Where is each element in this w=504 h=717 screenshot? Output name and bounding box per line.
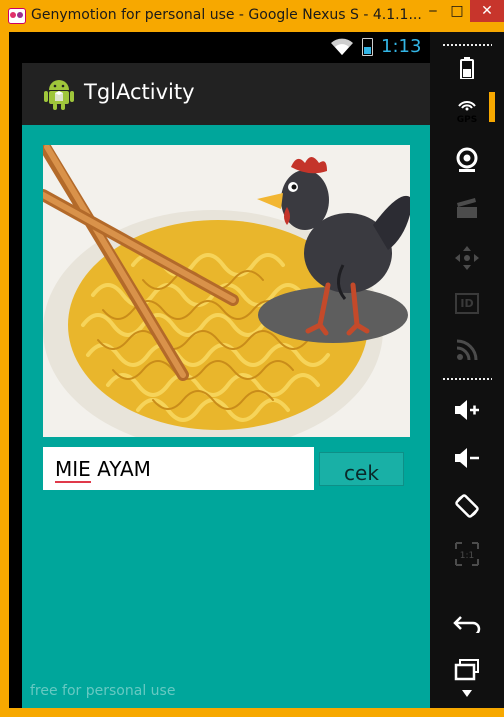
app-title: TglActivity <box>84 80 195 104</box>
scale-label: 1:1 <box>460 551 474 561</box>
toolbar-divider <box>442 378 492 380</box>
emulator-toolbar: GPS ID 1:1 <box>430 32 504 708</box>
chicken-noodle-image <box>43 145 410 437</box>
action-bar: TglActivity <box>22 63 430 125</box>
food-name-input[interactable]: MIE AYAM <box>43 447 314 490</box>
status-bar: 1:13 <box>9 32 430 62</box>
minimize-button[interactable]: ‒ <box>420 0 446 22</box>
toolbar-divider <box>442 44 492 46</box>
recent-apps-icon[interactable] <box>453 656 481 684</box>
id-label: ID <box>455 292 479 314</box>
window-title: Genymotion for personal use - Google Nex… <box>31 7 422 23</box>
status-clock: 1:13 <box>381 36 422 57</box>
rotate-icon[interactable] <box>453 492 481 520</box>
clapper-icon[interactable] <box>453 194 481 222</box>
android-screen: 1:13 TglActivity MIE AYAM cek free for p… <box>9 32 430 708</box>
genymotion-logo-icon <box>8 8 26 24</box>
id-icon[interactable]: ID <box>453 289 481 317</box>
check-button[interactable]: cek <box>319 452 404 486</box>
rss-icon[interactable] <box>453 336 481 364</box>
gps-icon[interactable]: GPS <box>453 96 481 124</box>
webcam-icon[interactable] <box>453 146 481 174</box>
battery-status-icon <box>362 38 373 56</box>
battery-icon[interactable] <box>453 54 481 82</box>
watermark-text: free for personal use <box>30 683 176 699</box>
window-titlebar[interactable]: Genymotion for personal use - Google Nex… <box>0 0 504 32</box>
gps-label: GPS <box>457 115 477 124</box>
toolbar-scroll-indicator[interactable] <box>488 92 496 122</box>
emulator-window: Genymotion for personal use - Google Nex… <box>0 0 504 717</box>
dpad-icon[interactable] <box>453 244 481 272</box>
scale-icon[interactable]: 1:1 <box>453 540 481 568</box>
toolbar-scroll-down-icon[interactable] <box>462 690 472 698</box>
input-text-rest: AYAM <box>90 457 151 481</box>
volume-down-icon[interactable] <box>453 444 481 472</box>
volume-up-icon[interactable] <box>453 396 481 424</box>
close-button[interactable]: ✕ <box>470 0 504 22</box>
back-icon[interactable] <box>453 610 481 638</box>
android-app-icon[interactable] <box>44 78 74 110</box>
wifi-icon <box>331 38 353 55</box>
maximize-button[interactable]: □ <box>446 0 468 22</box>
spellcheck-word: MIE <box>55 457 91 483</box>
activity-content: MIE AYAM cek free for personal use <box>22 125 430 708</box>
